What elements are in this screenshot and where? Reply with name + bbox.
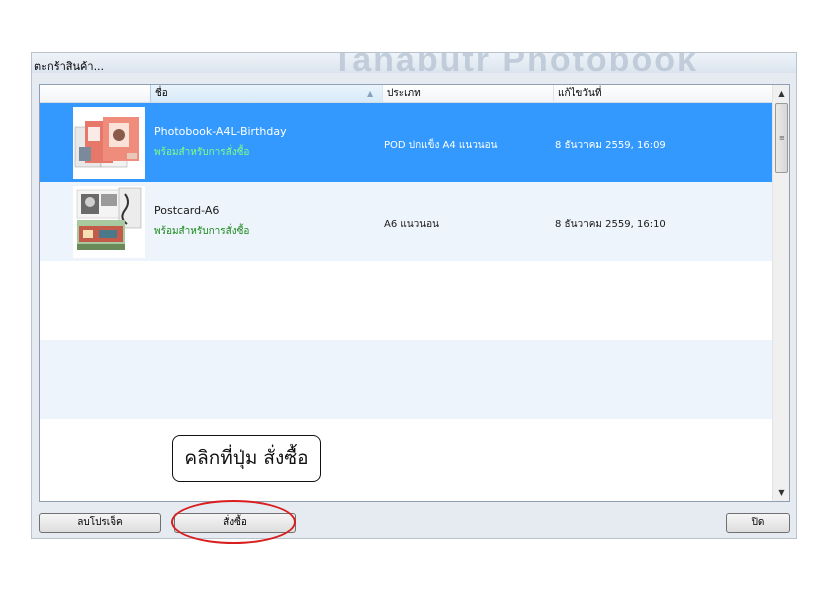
scrollbar-thumb[interactable]: ≡ <box>775 103 788 173</box>
brand-watermark: Tanabutr Photobook <box>332 52 698 79</box>
item-name: Postcard-A6 <box>154 204 220 217</box>
window-title: ตะกร้าสินค้า... <box>34 60 105 73</box>
scroll-up-arrow-icon[interactable]: ▲ <box>773 85 789 102</box>
item-status: พร้อมสำหรับการสั่งซื้อ <box>154 226 250 237</box>
instruction-callout: คลิกที่ปุ่ม สั่งซื้อ <box>172 435 321 482</box>
item-name: Photobook-A4L-Birthday <box>154 125 287 138</box>
column-header-name-label: ชื่อ <box>155 88 168 99</box>
cart-window: Tanabutr Photobook ตะกร้าสินค้า... ชื่อ … <box>31 52 797 539</box>
vertical-scrollbar[interactable]: ▲ ≡ ▼ <box>772 85 789 501</box>
item-date: 8 ธันวาคม 2559, 16:10 <box>555 219 666 230</box>
item-date: 8 ธันวาคม 2559, 16:09 <box>555 140 666 151</box>
column-header-name[interactable]: ชื่อ ▲ <box>150 85 382 102</box>
item-type: POD ปกแข็ง A4 แนวนอน <box>384 140 498 151</box>
empty-row <box>40 419 772 498</box>
photobook-thumbnail-icon <box>73 107 145 179</box>
title-bar: Tanabutr Photobook ตะกร้าสินค้า... <box>32 53 796 79</box>
sort-ascending-icon: ▲ <box>367 89 374 98</box>
list-item[interactable]: Postcard-A6 พร้อมสำหรับการสั่งซื้อ A6 แน… <box>40 182 772 261</box>
column-header-type[interactable]: ประเภท <box>382 85 553 102</box>
item-status: พร้อมสำหรับการสั่งซื้อ <box>154 147 250 158</box>
postcard-thumbnail-icon <box>73 186 145 258</box>
empty-row <box>40 261 772 340</box>
empty-row <box>40 340 772 419</box>
column-header-date[interactable]: แก้ไขวันที่ <box>553 85 772 102</box>
list-item[interactable]: Photobook-A4L-Birthday พร้อมสำหรับการสั่… <box>40 103 772 182</box>
close-button[interactable]: ปิด <box>726 513 790 533</box>
cart-list[interactable]: ชื่อ ▲ ประเภท แก้ไขวันที่ Photobook-A4L-… <box>39 84 790 502</box>
grip-icon: ≡ <box>779 134 785 142</box>
list-header: ชื่อ ▲ ประเภท แก้ไขวันที่ <box>40 85 772 103</box>
item-type: A6 แนวนอน <box>384 219 439 230</box>
order-button[interactable]: สั่งซื้อ <box>174 513 296 533</box>
delete-project-button[interactable]: ลบโปรเจ็ค <box>39 513 161 533</box>
scroll-down-arrow-icon[interactable]: ▼ <box>773 484 789 501</box>
